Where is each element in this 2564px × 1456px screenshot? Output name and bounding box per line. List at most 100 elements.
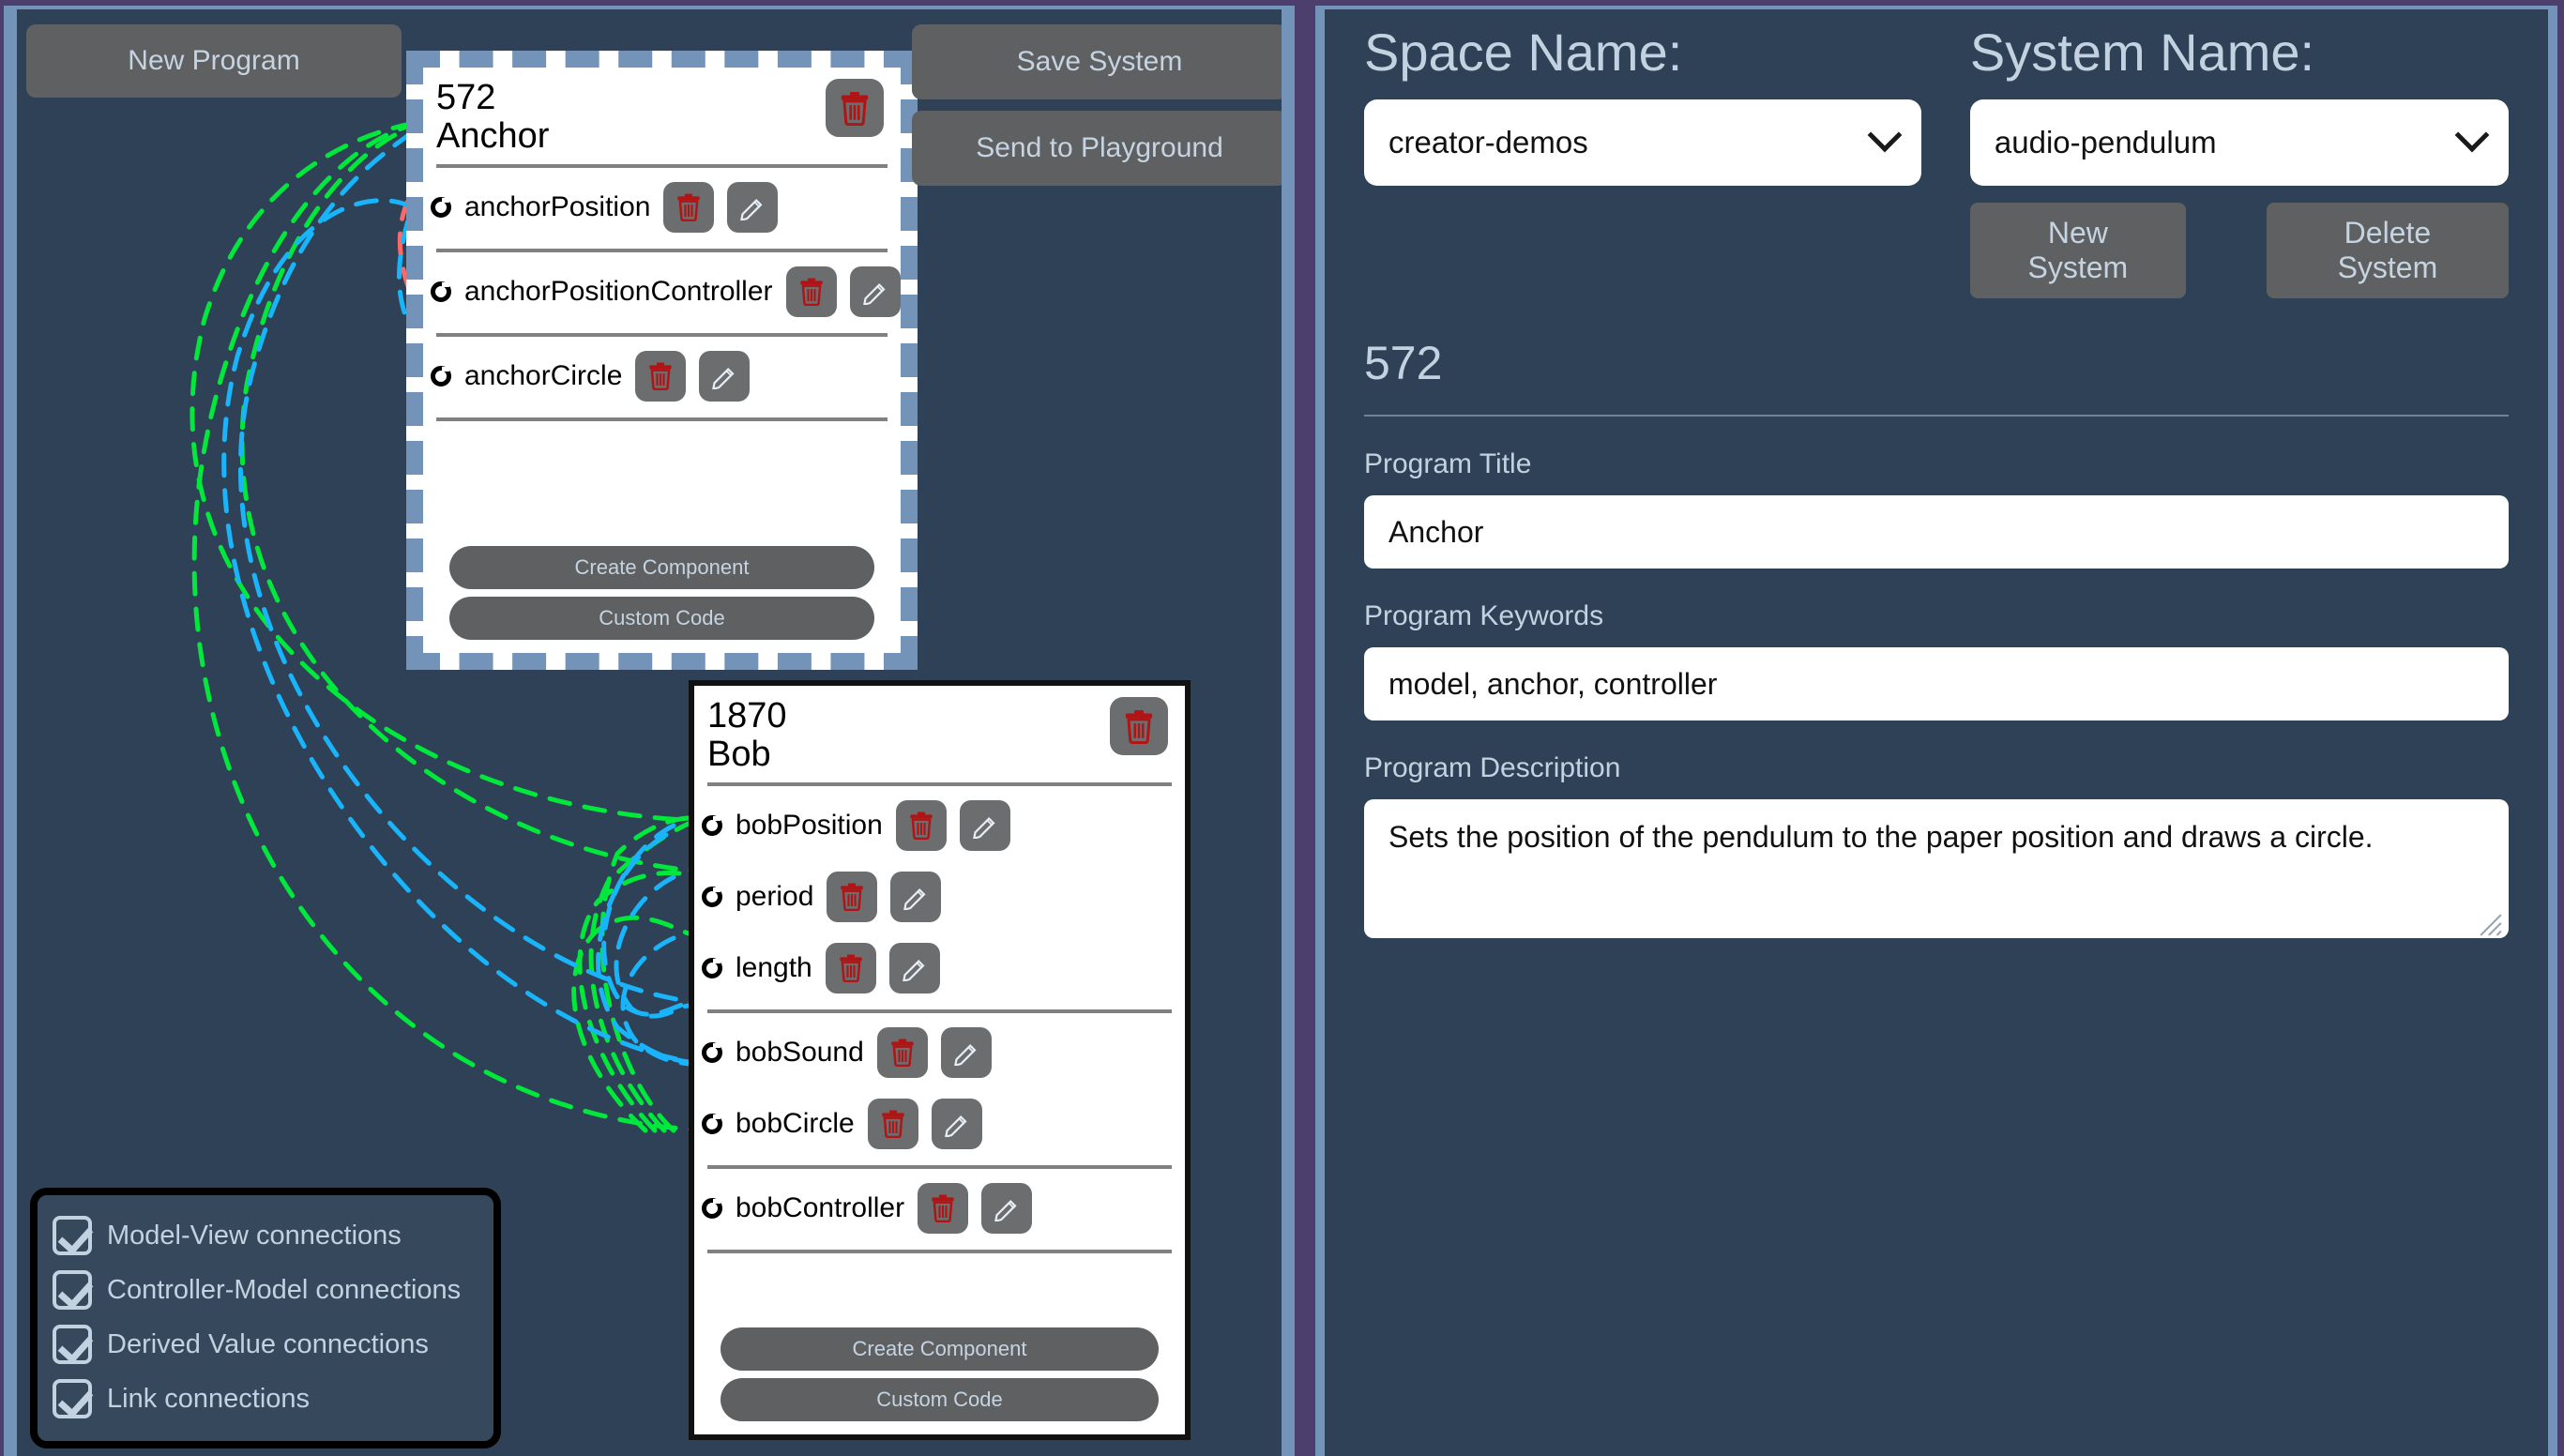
pencil-icon (953, 1043, 977, 1066)
program-group: anchorPosition (431, 168, 888, 252)
program-keywords-input[interactable] (1364, 647, 2509, 720)
edit-component-button[interactable] (959, 799, 1010, 851)
system-name-select[interactable]: audio-pendulum (1969, 99, 2509, 186)
program-group: bobController (702, 1169, 1172, 1253)
program-group: anchorPositionController (431, 252, 901, 337)
inspector-panel: Space Name: creator-demos System Name: a… (1315, 6, 2557, 1456)
system-name-label: System Name: (1969, 23, 2315, 82)
component-label: bobPosition (736, 809, 883, 841)
space-name-select[interactable]: creator-demos (1364, 99, 1921, 186)
connection-port[interactable] (431, 365, 451, 387)
legend-label: Controller-Model connections (107, 1274, 462, 1305)
create-component-button[interactable]: Create Component (721, 1327, 1159, 1371)
create-component-button[interactable]: Create Component (449, 546, 874, 589)
legend-label: Derived Value connections (107, 1328, 429, 1359)
legend-item-model-view[interactable]: Model-View connections (53, 1208, 478, 1263)
pencil-icon (902, 959, 925, 981)
component-label: period (736, 880, 814, 912)
custom-code-button[interactable]: Custom Code (449, 597, 874, 640)
component-label: length (736, 951, 812, 983)
new-program-button[interactable]: New Program (26, 24, 402, 98)
delete-component-button[interactable] (876, 1026, 928, 1078)
program-card-id: 1870 (707, 696, 787, 736)
component-label: bobSound (736, 1036, 864, 1068)
send-to-playground-button[interactable]: Send to Playground (912, 111, 1282, 186)
component-row[interactable]: bobSound (702, 1017, 1172, 1088)
component-row[interactable]: period (702, 861, 1172, 933)
pencil-icon (862, 282, 886, 305)
component-row[interactable]: anchorPosition (431, 172, 888, 243)
component-row[interactable]: bobCircle (702, 1088, 1172, 1160)
edit-component-button[interactable] (699, 350, 751, 402)
edit-component-button[interactable] (727, 181, 779, 233)
chevron-down-icon (1867, 117, 1903, 153)
system-name-group: System Name: audio-pendulum New System D… (1969, 23, 2509, 298)
edit-component-button[interactable] (931, 1098, 982, 1149)
checkbox-checked-icon[interactable] (53, 1216, 92, 1255)
connection-port[interactable] (431, 281, 451, 302)
save-system-button[interactable]: Save System (912, 24, 1282, 99)
trash-icon (882, 1110, 904, 1139)
trash-icon (649, 362, 673, 391)
new-system-button[interactable]: New System (1969, 203, 2186, 298)
delete-component-button[interactable] (827, 871, 878, 922)
connection-port[interactable] (702, 957, 722, 978)
connections-legend: Model-View connections Controller-Model … (30, 1188, 501, 1448)
checkbox-checked-icon[interactable] (53, 1379, 92, 1418)
legend-item-derived-value[interactable]: Derived Value connections (53, 1317, 478, 1372)
delete-component-button[interactable] (635, 350, 687, 402)
program-title-input[interactable] (1364, 495, 2509, 569)
app-root: New Program Save System Send to Playgrou… (0, 0, 2564, 1456)
program-card-id: 572 (436, 78, 496, 117)
program-description-wrap (1364, 799, 2509, 943)
trash-icon (910, 811, 933, 841)
trash-icon (840, 954, 862, 983)
connection-port[interactable] (702, 1041, 722, 1063)
legend-item-controller-model[interactable]: Controller-Model connections (53, 1263, 478, 1317)
pencil-icon (994, 1199, 1017, 1221)
component-row[interactable]: bobController (702, 1173, 1172, 1244)
delete-program-button[interactable] (1110, 697, 1168, 755)
delete-component-button[interactable] (918, 1182, 969, 1234)
delete-component-button[interactable] (663, 181, 715, 233)
program-card-body: 1870 Bob bobPosition period length bobSo… (694, 686, 1185, 1434)
edit-component-button[interactable] (888, 942, 940, 993)
trash-icon (677, 193, 701, 222)
custom-code-button[interactable]: Custom Code (721, 1378, 1159, 1421)
edit-component-button[interactable] (981, 1182, 1033, 1234)
delete-component-button[interactable] (895, 799, 947, 851)
component-row[interactable]: anchorCircle (431, 341, 888, 412)
pencil-icon (712, 367, 735, 389)
connection-port[interactable] (702, 1197, 722, 1219)
component-label: anchorPosition (464, 190, 651, 222)
edit-component-button[interactable] (940, 1026, 992, 1078)
program-card-footer: Create Component Custom Code (436, 537, 888, 653)
component-row[interactable]: length (702, 933, 1172, 1004)
delete-system-button[interactable]: Delete System (2266, 203, 2509, 298)
connection-port[interactable] (431, 196, 451, 218)
checkbox-checked-icon[interactable] (53, 1270, 92, 1310)
edit-component-button[interactable] (849, 265, 901, 317)
trash-icon (799, 278, 823, 307)
trash-icon (891, 1039, 914, 1068)
pencil-icon (740, 198, 764, 220)
edit-component-button[interactable] (890, 871, 942, 922)
checkbox-checked-icon[interactable] (53, 1325, 92, 1364)
delete-component-button[interactable] (785, 265, 837, 317)
program-card-bob[interactable]: 1870 Bob bobPosition period length bobSo… (689, 680, 1191, 1440)
space-name-group: Space Name: creator-demos (1364, 26, 1921, 298)
inspector-program-id: 572 (1364, 336, 2509, 417)
component-row[interactable]: anchorPositionController (431, 256, 901, 327)
delete-component-button[interactable] (867, 1098, 918, 1149)
system-name-value: audio-pendulum (1994, 125, 2217, 159)
component-label: anchorCircle (464, 359, 623, 391)
connection-port[interactable] (702, 814, 722, 836)
connection-port[interactable] (702, 886, 722, 907)
component-row[interactable]: bobPosition (702, 790, 1172, 861)
program-card-anchor[interactable]: 572 Anchor anchorPosition anchorPosition… (406, 51, 918, 670)
program-description-textarea[interactable] (1364, 799, 2509, 938)
delete-program-button[interactable] (826, 79, 884, 137)
legend-item-link[interactable]: Link connections (53, 1372, 478, 1426)
delete-component-button[interactable] (825, 942, 876, 993)
connection-port[interactable] (702, 1113, 722, 1134)
